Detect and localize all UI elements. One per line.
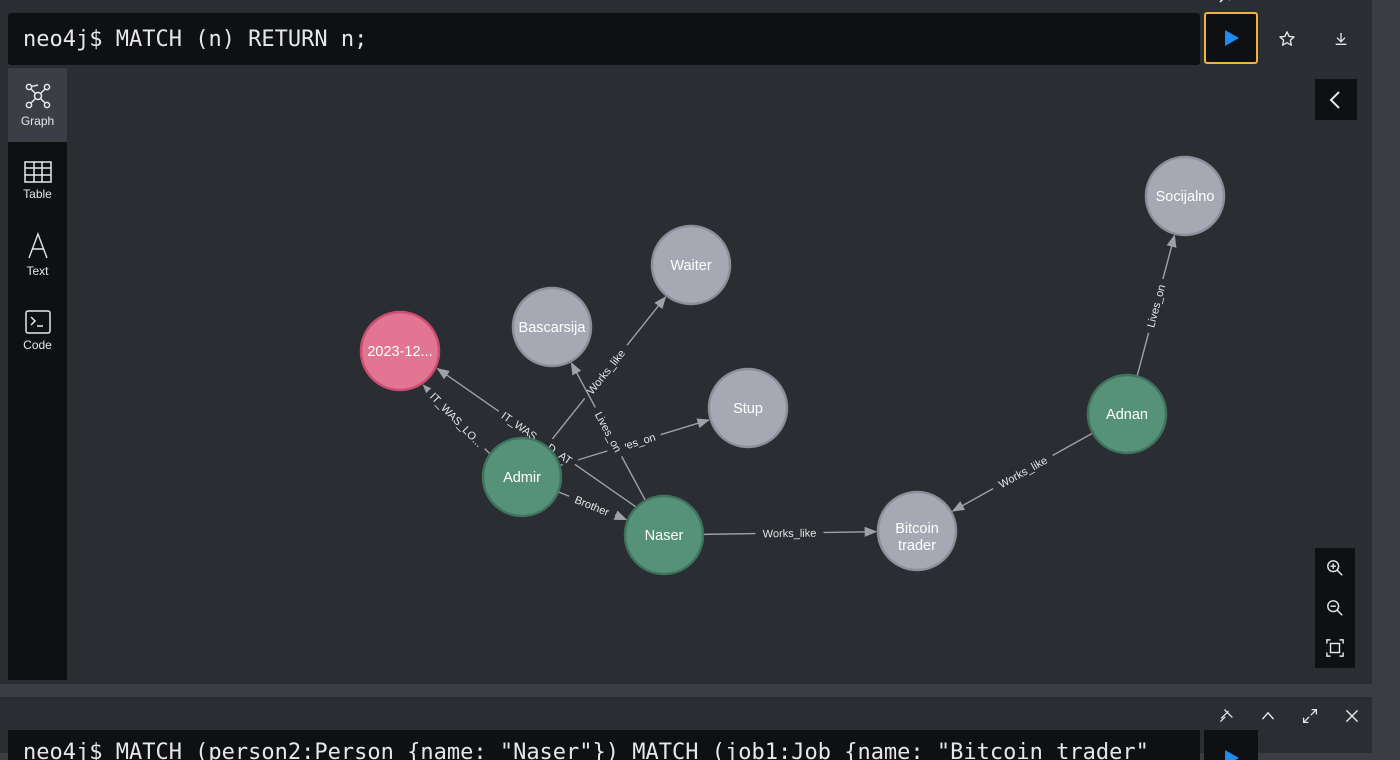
run-query-button[interactable]	[1204, 12, 1258, 64]
play-icon	[1225, 750, 1239, 760]
run-query-button-2[interactable]	[1204, 730, 1258, 760]
node-bitcoin[interactable]: Bitcoin trader	[876, 490, 958, 572]
query-editor-2[interactable]: neo4j$ MATCH (person2:Person {name: "Nas…	[8, 730, 1200, 760]
node-label: Adnan	[1106, 407, 1148, 423]
graph-icon	[25, 83, 50, 109]
fullscreen-icon	[1302, 708, 1318, 724]
fullscreen-icon[interactable]	[1300, 0, 1320, 6]
relationship-1[interactable]: Lives_on	[559, 418, 710, 467]
chevron-up-icon	[1261, 711, 1275, 720]
node-socijalno[interactable]: Socijalno	[1144, 155, 1226, 237]
relationship-label-group: Works_like	[989, 448, 1056, 495]
node-stup[interactable]: Stup	[707, 367, 789, 449]
graph-canvas[interactable]: Works_like Lives_on Lives_on Brother Works_l…	[67, 68, 1372, 680]
node-label: Stup	[733, 401, 763, 417]
query-prompt: neo4j$ MATCH (n) RETURN n;	[23, 26, 368, 52]
nodes-layer: 2023-12... Bascarsija Waiter Stup Admir Naser…	[359, 155, 1226, 576]
node-label: Bascarsija	[519, 320, 587, 336]
collapse-button[interactable]	[1253, 701, 1283, 731]
close-icon[interactable]	[1342, 0, 1362, 6]
sidebar-item-table[interactable]: Table	[8, 144, 67, 218]
download-icon	[1335, 33, 1347, 45]
zoom-in-icon	[1327, 560, 1343, 576]
code-icon	[24, 310, 51, 334]
chevron-left-icon	[1329, 90, 1340, 109]
star-icon	[1279, 31, 1295, 46]
fullscreen-button[interactable]	[1295, 701, 1325, 731]
sidebar-item-code[interactable]: Code	[8, 294, 67, 368]
relationship-label-group: Brother	[566, 488, 618, 522]
second-result-frame: neo4j$ MATCH (person2:Person {name: "Nas…	[0, 697, 1372, 760]
zoom-in-button[interactable]	[1315, 548, 1355, 588]
sidebar-label-graph: Graph	[20, 114, 55, 128]
node-label: Admir	[503, 470, 541, 486]
relationship-5[interactable]: Works_like	[951, 432, 1094, 512]
sidebar-item-text[interactable]: Text	[8, 218, 67, 292]
query-editor[interactable]: neo4j$ MATCH (n) RETURN n;	[8, 13, 1200, 65]
close-icon	[1345, 709, 1359, 723]
pin-icon[interactable]	[1216, 0, 1236, 6]
close-frame-button[interactable]	[1337, 701, 1367, 731]
pin-icon	[1219, 709, 1233, 723]
relationship-label-group: Lives_on	[1140, 277, 1170, 335]
relationship-4[interactable]: Works_like	[702, 524, 878, 541]
zoom-out-icon	[1327, 600, 1343, 616]
editor-bar: neo4j$ MATCH (n) RETURN n;	[0, 0, 1372, 68]
zoom-out-button[interactable]	[1315, 588, 1355, 628]
node-bascarsija[interactable]: Bascarsija	[511, 286, 593, 368]
relationship-label: Works_like	[763, 528, 817, 541]
sidebar-label-code: Code	[23, 338, 52, 352]
node-naser[interactable]: Naser	[623, 494, 705, 576]
relationship-label: IT_WAS_LO...	[427, 391, 485, 450]
result-frame: neo4j$ MATCH (n) RETURN n; Graph Table T…	[0, 0, 1372, 684]
text-icon	[27, 232, 48, 259]
relationship-6[interactable]: Lives_on	[1136, 234, 1177, 377]
fit-screen-icon	[1326, 639, 1344, 657]
node-label: Naser	[645, 528, 684, 544]
node-label: Bitcoin trader	[895, 521, 939, 554]
toggle-details-button[interactable]	[1315, 79, 1357, 120]
sidebar-item-graph[interactable]: Graph	[8, 68, 67, 142]
node-admir[interactable]: Admir	[481, 436, 563, 518]
relationship-label: Works_like	[585, 348, 628, 397]
relationship-label-group: IT_WAS_LO...	[423, 385, 491, 454]
relationship-2[interactable]: Lives_on	[570, 361, 647, 501]
relationship-label-group: Works_like	[755, 524, 824, 541]
relationship-7[interactable]: IT_WAS_LO...	[422, 384, 491, 455]
node-label: 2023-12...	[367, 344, 432, 360]
node-label: Socijalno	[1156, 189, 1215, 205]
favorite-button[interactable]	[1272, 24, 1302, 54]
sidebar-label-table: Table	[23, 187, 52, 201]
download-button[interactable]	[1326, 24, 1356, 54]
fit-to-screen-button[interactable]	[1315, 628, 1355, 668]
relationship-label-group: Works_like	[578, 340, 633, 403]
query-text-2: neo4j$ MATCH (person2:Person {name: "Nas…	[23, 740, 1149, 760]
table-icon	[23, 161, 52, 183]
node-waiter[interactable]: Waiter	[650, 224, 732, 306]
node-adnan[interactable]: Adnan	[1086, 373, 1168, 455]
collapse-up-icon[interactable]	[1258, 0, 1278, 6]
pin-button[interactable]	[1211, 701, 1241, 731]
page-scrollbar[interactable]	[1372, 0, 1400, 753]
zoom-controls	[1315, 548, 1355, 668]
graph-visualization[interactable]: Works_likeLives_onLives_onBrotherWorks_l…	[67, 68, 1372, 680]
node-date[interactable]: 2023-12...	[359, 310, 441, 392]
view-sidebar: Graph Table Text Code	[8, 68, 67, 680]
node-label: Waiter	[670, 258, 712, 274]
sidebar-label-text: Text	[26, 264, 49, 278]
play-icon	[1225, 30, 1239, 46]
